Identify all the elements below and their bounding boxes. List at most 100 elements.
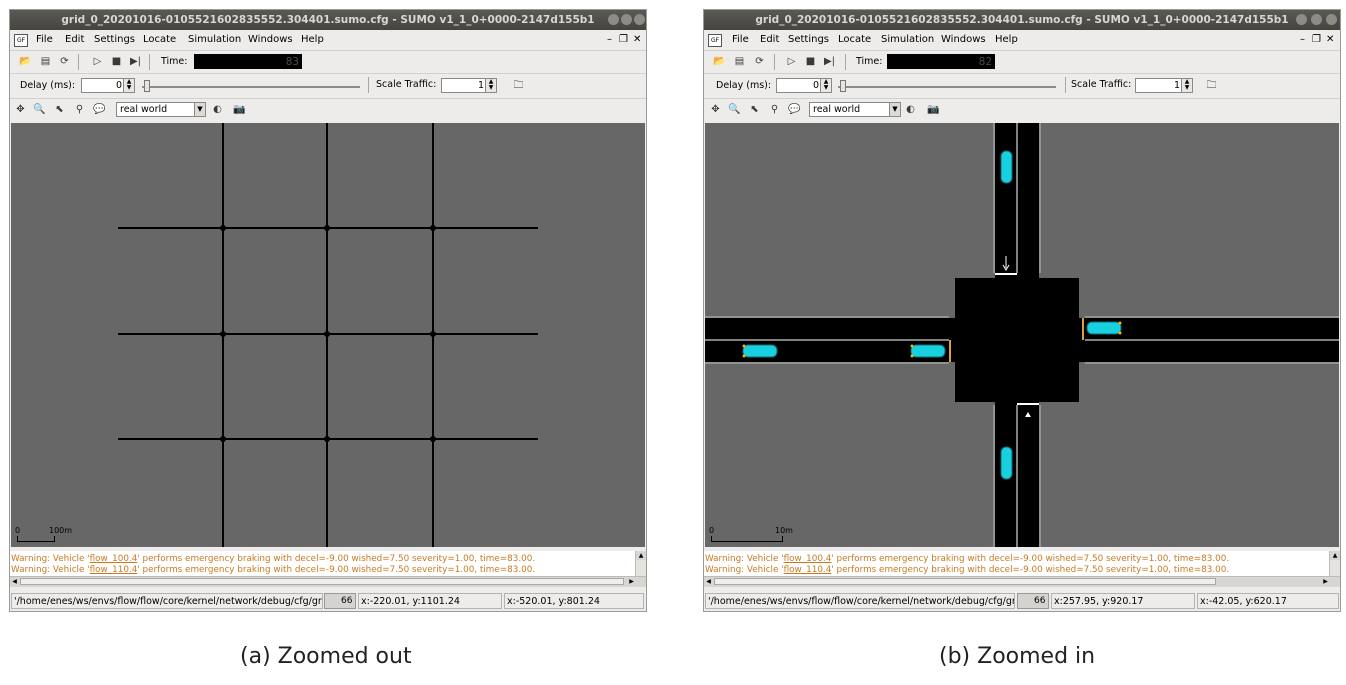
vehicle-link[interactable]: flow_110.4 [90,565,138,575]
reload-icon[interactable]: ⟳ [57,54,72,69]
menu-settings[interactable]: Settings [788,31,829,49]
mdi-close-button[interactable]: ✕ [633,31,641,49]
select-cursor-icon[interactable]: ⬉ [747,102,762,117]
tooltip-icon[interactable]: 💬 [787,102,802,117]
slider-knob[interactable] [840,80,846,92]
stop-icon[interactable]: ■ [803,54,818,69]
open-folder-icon[interactable]: 📂 [712,54,727,69]
tooltip-icon[interactable]: 💬 [92,102,107,117]
message-hscrollbar[interactable]: ◀ ▶ [704,576,1340,587]
menu-locate[interactable]: Locate [838,31,871,49]
vehicle-link[interactable]: flow_100.4 [90,554,138,564]
hscroll-thumb[interactable] [714,578,1216,585]
time-label: Time: [856,56,883,67]
scale-traffic-input[interactable]: 1 ▲ ▼ [441,78,497,93]
stop-icon[interactable]: ■ [109,54,124,69]
spin-arrows-icon[interactable]: ▲ ▼ [1181,79,1192,92]
delay-input[interactable]: 0 ▲ ▼ [81,78,135,93]
scroll-left-icon[interactable]: ◀ [10,577,19,586]
close-window-button[interactable] [1326,14,1337,25]
message-hscrollbar[interactable]: ◀ ▶ [10,576,646,587]
menu-file[interactable]: File [36,31,53,49]
recenter-icon[interactable]: ✥ [708,102,723,117]
maximize-window-button[interactable] [1311,14,1322,25]
window-title: grid_0_20201016-0105521602835552.304401.… [755,14,1289,26]
menu-windows[interactable]: Windows [941,31,986,49]
zoom-icon[interactable]: 🔍 [32,102,47,117]
open-folder-icon[interactable]: 📂 [18,54,33,69]
mdi-close-button[interactable]: ✕ [1326,31,1334,49]
app-icon[interactable]: GF [14,34,28,47]
app-icon[interactable]: GF [708,34,722,47]
vehicle-link[interactable]: flow_100.4 [784,554,832,564]
spin-arrows-icon[interactable]: ▲ ▼ [485,79,496,92]
locate-icon[interactable]: ⚲ [72,102,87,117]
network-canvas[interactable]: 0 100m [11,123,645,547]
screenshot-icon[interactable]: 📷 [232,102,247,117]
spin-arrows-icon[interactable]: ▲ ▼ [123,79,134,92]
scroll-right-icon[interactable]: ▶ [627,577,636,586]
locate-icon[interactable]: ⚲ [767,102,782,117]
mdi-restore-button[interactable]: ❐ [1312,31,1321,49]
window-title: grid_0_20201016-0105521602835552.304401.… [61,14,595,26]
menu-windows[interactable]: Windows [248,31,293,49]
menu-simulation[interactable]: Simulation [881,31,934,49]
maximize-window-button[interactable] [621,14,632,25]
scale-traffic-value: 1 [477,80,484,91]
scroll-up-icon[interactable]: ▲ [1330,551,1340,560]
step-icon[interactable]: ▶| [822,54,837,69]
menu-help[interactable]: Help [995,31,1018,49]
scroll-left-icon[interactable]: ◀ [704,577,713,586]
spin-arrows-icon[interactable]: ▲ ▼ [820,79,831,92]
network-canvas[interactable]: 0 10m [705,123,1339,547]
select-cursor-icon[interactable]: ⬉ [52,102,67,117]
hscroll-thumb[interactable] [20,578,624,585]
vehicle-link[interactable]: flow_110.4 [784,565,832,575]
delay-slider[interactable] [142,80,360,92]
mdi-restore-button[interactable]: ❐ [619,31,628,49]
open-network-icon[interactable]: ▤ [732,54,747,69]
slider-knob[interactable] [144,80,150,92]
color-wheel-icon[interactable]: ◐ [903,102,918,117]
delay-slider[interactable] [838,80,1056,92]
step-icon[interactable]: ▶| [128,54,143,69]
mdi-minimize-button[interactable]: – [607,31,612,49]
menu-settings[interactable]: Settings [94,31,135,49]
time-label: Time: [161,56,188,67]
minimize-window-button[interactable] [608,14,619,25]
scroll-up-icon[interactable]: ▲ [636,551,646,560]
scroll-right-icon[interactable]: ▶ [1321,577,1330,586]
menu-help[interactable]: Help [301,31,324,49]
open-network-icon[interactable]: ▤ [38,54,53,69]
chevron-down-icon[interactable]: ▼ [889,103,900,116]
delay-input[interactable]: 0 ▲ ▼ [776,78,832,93]
menu-edit[interactable]: Edit [760,31,779,49]
view-scheme-select[interactable]: real world ▼ [116,102,206,117]
play-icon[interactable]: ▷ [90,54,105,69]
scale-traffic-label: Scale Traffic: [1071,79,1132,90]
screenshot-icon[interactable]: 📷 [926,102,941,117]
menu-locate[interactable]: Locate [143,31,176,49]
menu-simulation[interactable]: Simulation [188,31,241,49]
recenter-icon[interactable]: ✥ [13,102,28,117]
play-icon[interactable]: ▷ [784,54,799,69]
folder-icon[interactable]: 🗀 [511,78,526,93]
vehicle-count-badge: 66 [1017,593,1049,609]
title-bar[interactable]: grid_0_20201016-0105521602835552.304401.… [10,10,646,30]
close-window-button[interactable] [634,14,645,25]
title-bar[interactable]: grid_0_20201016-0105521602835552.304401.… [704,10,1340,30]
mdi-minimize-button[interactable]: – [1300,31,1305,49]
folder-icon[interactable]: 🗀 [1204,78,1219,93]
scale-traffic-input[interactable]: 1 ▲ ▼ [1135,78,1193,93]
view-scheme-select[interactable]: real world ▼ [809,102,901,117]
zoom-icon[interactable]: 🔍 [727,102,742,117]
chevron-down-icon[interactable]: ▼ [194,103,205,116]
menu-file[interactable]: File [732,31,749,49]
color-wheel-icon[interactable]: ◐ [210,102,225,117]
toolbar-separator [78,54,79,70]
minimize-window-button[interactable] [1296,14,1307,25]
message-suffix: ' performs emergency braking with decel=… [831,565,1230,575]
menu-edit[interactable]: Edit [65,31,84,49]
reload-icon[interactable]: ⟳ [752,54,767,69]
message-suffix: ' performs emergency braking with decel=… [831,554,1230,564]
